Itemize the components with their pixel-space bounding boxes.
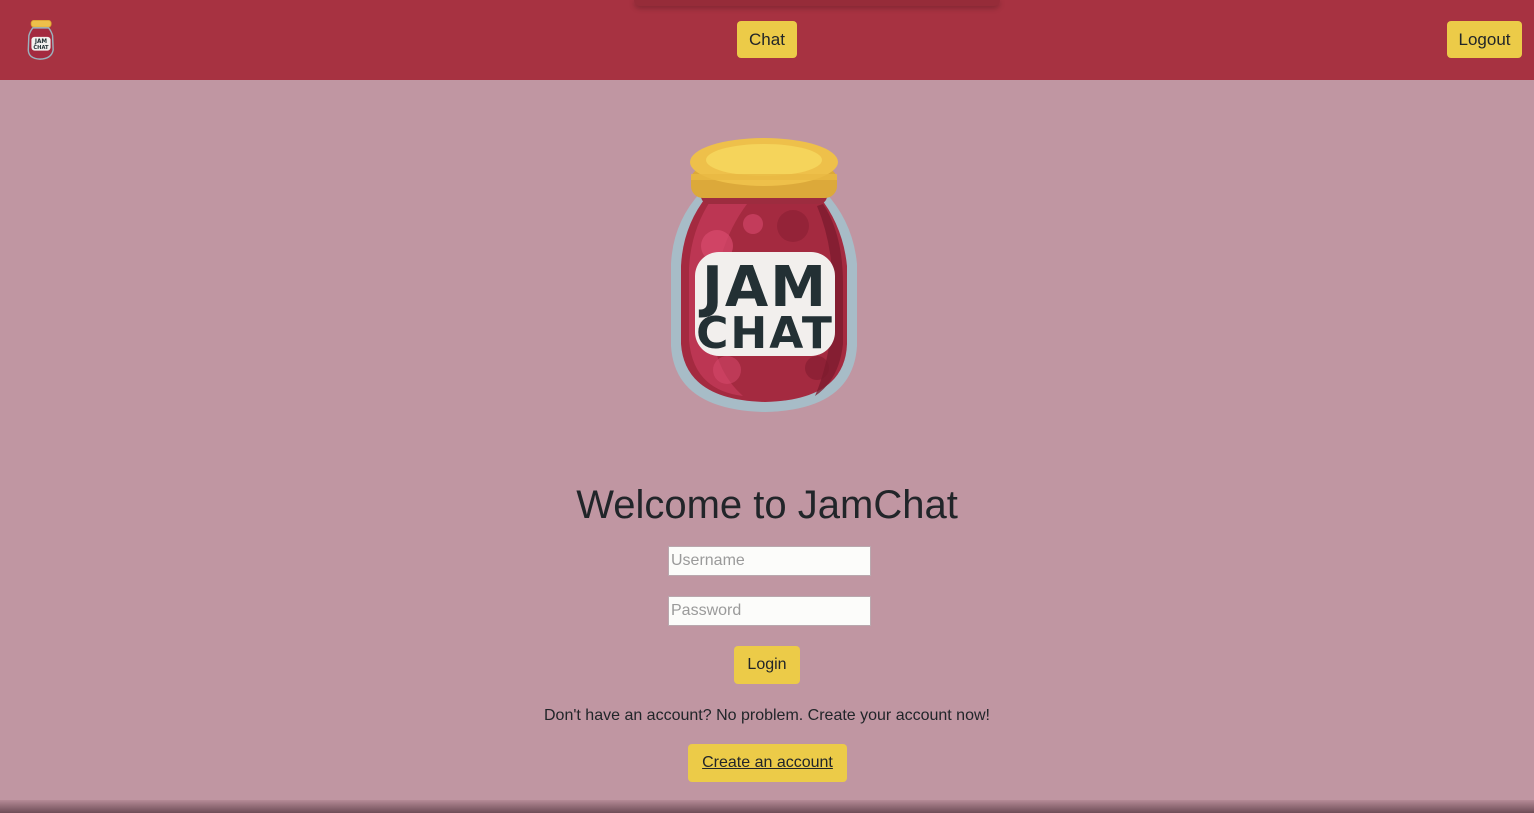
bottom-shadow <box>0 800 1534 813</box>
jamchat-logo-icon[interactable]: JAM CHAT <box>24 20 58 60</box>
nav-logo-text-chat: CHAT <box>33 45 49 51</box>
nav-logo-text-jam: JAM <box>34 39 48 45</box>
login-button[interactable]: Login <box>734 646 800 684</box>
jamchat-jar-logo: JAM CHAT <box>671 138 857 412</box>
logout-button[interactable]: Logout <box>1447 21 1522 58</box>
page-title: Welcome to JamChat <box>576 483 958 527</box>
top-navbar: JAM CHAT Chat Logout <box>0 0 1534 80</box>
signup-prompt: Don't have an account? No problem. Creat… <box>544 707 990 724</box>
username-input[interactable] <box>668 546 871 576</box>
browser-dropdown-shadow <box>634 0 1000 6</box>
create-account-button[interactable]: Create an account <box>688 744 847 782</box>
logo-text-chat: CHAT <box>696 308 834 359</box>
chat-button[interactable]: Chat <box>737 21 797 58</box>
password-input[interactable] <box>668 596 871 626</box>
